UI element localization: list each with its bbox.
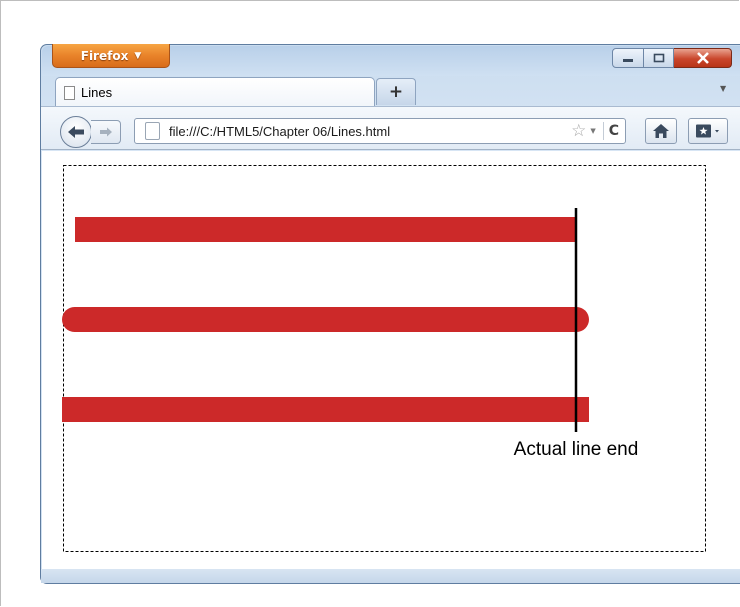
window-controls [612,48,732,70]
status-bar [41,569,740,583]
maximize-icon [653,53,664,63]
minimize-button[interactable] [612,48,644,68]
address-bar-actions: ☆ ▼ C [571,121,619,141]
firefox-button-label: Firefox [80,48,129,63]
maximize-button[interactable] [644,48,674,68]
close-icon [696,52,709,64]
home-icon [653,124,669,138]
tab-list-arrow-icon[interactable]: ▼ [720,84,726,93]
reload-icon[interactable]: C [609,123,619,139]
star-icon[interactable]: ☆ [571,121,586,141]
address-bar[interactable]: file:///C:/HTML5/Chapter 06/Lines.html ☆… [134,118,626,144]
new-tab-button[interactable]: + [376,78,416,105]
chevron-down-icon[interactable]: ▼ [590,127,595,135]
page-icon [145,122,160,140]
back-button[interactable] [60,116,92,148]
page-content: Actual line end [42,151,740,569]
forward-arrow-icon [99,127,112,137]
new-tab-label: + [388,82,404,102]
round-cap-line [62,307,589,332]
bookmarks-button[interactable] [688,118,728,144]
close-button[interactable] [674,48,732,68]
chevron-down-icon: ▼ [134,50,142,61]
forward-button[interactable] [91,120,121,144]
url-text: file:///C:/HTML5/Chapter 06/Lines.html [169,123,391,139]
tab-lines[interactable]: Lines [55,77,375,107]
firefox-menu-button[interactable]: Firefox ▼ [52,44,170,68]
page-icon [64,85,75,100]
canvas-drawing: Actual line end [62,165,706,552]
home-button[interactable] [645,118,677,144]
bookmarks-icon [696,124,719,138]
tab-title: Lines [81,85,113,100]
back-arrow-icon [68,126,84,138]
divider [602,122,604,140]
butt-cap-line [75,217,576,242]
annotation-label: Actual line end [514,439,639,460]
minimize-icon [623,59,633,62]
square-cap-line [62,397,589,422]
